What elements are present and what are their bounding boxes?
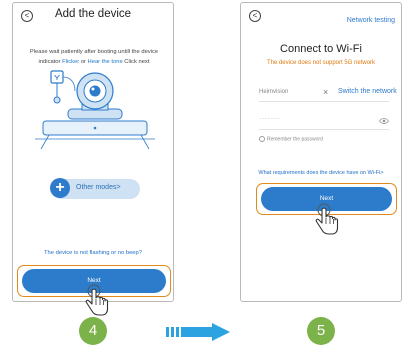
remember-password-checkbox[interactable]: Remember the password [259,136,323,142]
plus-icon: + [50,178,70,198]
tap-hand-icon [85,284,109,316]
no-beep-link[interactable]: The device is not flashing or no beep? [13,250,173,256]
page-title: Connect to Wi-Fi [280,43,362,55]
page-title: Add the device [54,8,132,20]
ssid-value: Heimvision [259,89,289,95]
back-button[interactable]: < [249,10,261,22]
password-value: ······· [259,116,280,122]
other-modes-label: Other modes> [76,184,121,191]
phone-screen-connect-wifi: < Network testing Connect to Wi-Fi The d… [240,2,402,302]
wifi-requirements-link[interactable]: What requirements does the device have o… [241,170,401,176]
wifi-password-field[interactable]: ······· [259,116,389,130]
instruction-text: Please wait patiently after booting unti… [29,49,159,65]
switch-network-link[interactable]: Switch the network [338,88,397,95]
5g-warning-text: The device does not support 5G network [266,60,376,66]
clear-icon[interactable]: × [323,87,328,97]
network-testing-link[interactable]: Network testing [347,17,395,24]
remember-password-label: Remember the password [267,136,323,143]
step-badge-4: 4 [79,317,107,345]
hear-tone-highlight: Hear the tone [87,59,123,65]
step-badge-5: 5 [307,317,335,345]
camera-illustration-icon [35,70,155,150]
wifi-ssid-field[interactable]: Heimvision × Switch the network [259,87,397,102]
flicker-highlight: Flicker [62,59,80,65]
arrow-right-icon [166,323,230,341]
other-modes-button[interactable]: + Other modes> [50,178,140,199]
eye-icon[interactable] [379,117,389,125]
phone-screen-add-device: < Add the device Please wait patiently a… [12,2,174,302]
tap-hand-icon [315,203,339,235]
radio-circle-icon [259,136,265,142]
